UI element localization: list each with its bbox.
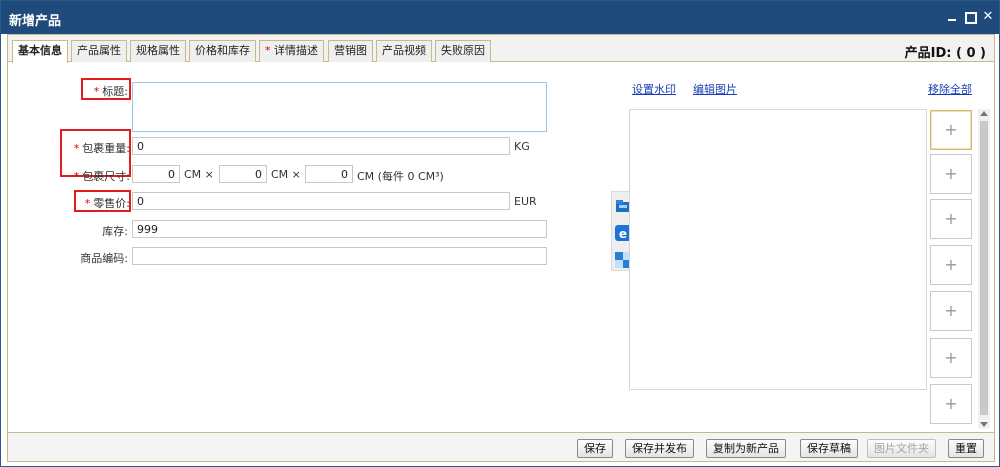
size-label: * 包裹尺寸: bbox=[73, 170, 130, 183]
save-button[interactable]: 保存 bbox=[577, 439, 613, 458]
tab-basic-info[interactable]: 基本信息 bbox=[12, 40, 68, 63]
tab-marketing-images[interactable]: 营销图 bbox=[328, 40, 373, 62]
height-input[interactable] bbox=[305, 165, 353, 183]
dialog-body: 基本信息 产品属性 规格属性 价格和库存 * 详情描述 营销图 产品视频 失败原… bbox=[7, 34, 995, 462]
title-bar: 新增产品 ✕ bbox=[1, 1, 999, 34]
watermark-link[interactable]: 设置水印 bbox=[632, 81, 676, 97]
save-publish-button[interactable]: 保存并发布 bbox=[625, 439, 694, 458]
weight-label: * 包裹重量: bbox=[73, 142, 130, 155]
edit-image-link[interactable]: 编辑图片 bbox=[693, 81, 737, 97]
copy-as-new-button[interactable]: 复制为新产品 bbox=[706, 439, 786, 458]
maximize-icon[interactable] bbox=[963, 10, 977, 24]
stock-label: 库存: bbox=[102, 225, 128, 238]
tab-detail-description[interactable]: * 详情描述 bbox=[259, 40, 324, 62]
image-folder-button[interactable]: 图片文件夹 bbox=[867, 439, 936, 458]
price-input[interactable] bbox=[132, 192, 510, 210]
svg-text:e: e bbox=[619, 227, 627, 241]
width-input[interactable] bbox=[219, 165, 267, 183]
title-label: * 标题: bbox=[93, 85, 128, 98]
reset-button[interactable]: 重置 bbox=[948, 439, 984, 458]
tab-price-stock[interactable]: 价格和库存 bbox=[189, 40, 256, 62]
dialog-title: 新增产品 bbox=[9, 14, 62, 29]
product-id: 产品ID: ( 0 ) bbox=[904, 46, 986, 61]
image-slot-add[interactable]: + bbox=[930, 199, 972, 239]
image-slot-add[interactable]: + bbox=[930, 245, 972, 285]
image-slot-add[interactable]: + bbox=[930, 154, 972, 194]
image-slot-add[interactable]: + bbox=[930, 384, 972, 424]
scroll-thumb[interactable] bbox=[980, 121, 988, 415]
footer-toolbar: 保存 保存并发布 复制为新产品 保存草稿 图片文件夹 重置 bbox=[8, 432, 994, 461]
minimize-icon[interactable] bbox=[945, 10, 959, 24]
tab-spec-attributes[interactable]: 规格属性 bbox=[130, 40, 186, 62]
weight-unit: KG bbox=[514, 140, 530, 153]
save-draft-button[interactable]: 保存草稿 bbox=[800, 439, 858, 458]
image-slot-add[interactable]: + bbox=[930, 338, 972, 378]
image-slot-add[interactable]: + bbox=[930, 110, 972, 150]
image-slots-scrollbar[interactable] bbox=[978, 109, 990, 429]
weight-input[interactable] bbox=[132, 137, 510, 155]
stock-input[interactable] bbox=[132, 220, 547, 238]
height-unit-volume: CM (每件 0 CM³) bbox=[357, 170, 444, 183]
scroll-up-icon[interactable] bbox=[980, 111, 988, 116]
sku-input[interactable] bbox=[132, 247, 547, 265]
tab-product-attributes[interactable]: 产品属性 bbox=[71, 40, 127, 62]
tab-product-video[interactable]: 产品视频 bbox=[376, 40, 432, 62]
image-slot-add[interactable]: + bbox=[930, 291, 972, 331]
length-unit: CM × bbox=[184, 168, 214, 181]
tab-failure-reason[interactable]: 失败原因 bbox=[435, 40, 491, 62]
close-icon[interactable]: ✕ bbox=[981, 10, 995, 24]
price-currency: EUR bbox=[514, 195, 537, 208]
product-dialog: 新增产品 ✕ 基本信息 产品属性 规格属性 价格和库存 * 详情描述 营销图 产… bbox=[0, 0, 1000, 467]
remove-all-link[interactable]: 移除全部 bbox=[928, 81, 972, 97]
sku-label: 商品编码: bbox=[80, 252, 128, 265]
tab-bar: 基本信息 产品属性 规格属性 价格和库存 * 详情描述 营销图 产品视频 失败原… bbox=[8, 35, 994, 63]
title-input[interactable] bbox=[132, 82, 547, 132]
price-label: * 零售价: bbox=[84, 197, 130, 210]
width-unit: CM × bbox=[271, 168, 301, 181]
scroll-down-icon[interactable] bbox=[980, 422, 988, 427]
image-preview-area[interactable] bbox=[629, 109, 927, 390]
required-mark: * bbox=[265, 44, 271, 57]
length-input[interactable] bbox=[132, 165, 180, 183]
